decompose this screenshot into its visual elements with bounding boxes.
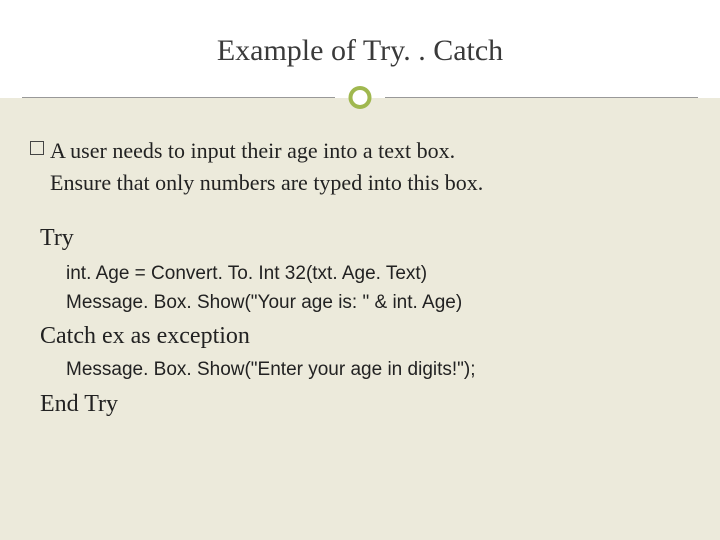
divider-line-left xyxy=(22,97,335,98)
slide: Example of Try. . Catch A user needs to … xyxy=(0,0,720,540)
divider xyxy=(0,86,720,110)
bullet-item: A user needs to input their age into a t… xyxy=(30,136,690,166)
slide-title: Example of Try. . Catch xyxy=(0,0,720,68)
divider-line-right xyxy=(385,97,698,98)
code-line-1: int. Age = Convert. To. Int 32(txt. Age.… xyxy=(66,260,690,289)
intro-line-1: A user needs to input their age into a t… xyxy=(50,136,455,166)
bullet-square-icon xyxy=(30,141,44,155)
code-try-keyword: Try xyxy=(40,225,690,252)
header: Example of Try. . Catch xyxy=(0,0,720,98)
ring-icon xyxy=(349,86,372,109)
code-line-3: Message. Box. Show("Enter your age in di… xyxy=(66,356,690,385)
code-line-2: Message. Box. Show("Your age is: " & int… xyxy=(66,289,690,318)
code-end-keyword: End Try xyxy=(40,391,690,418)
code-catch-keyword: Catch ex as exception xyxy=(40,323,690,350)
intro-line-2: Ensure that only numbers are typed into … xyxy=(50,168,690,198)
content-area: A user needs to input their age into a t… xyxy=(0,98,720,418)
